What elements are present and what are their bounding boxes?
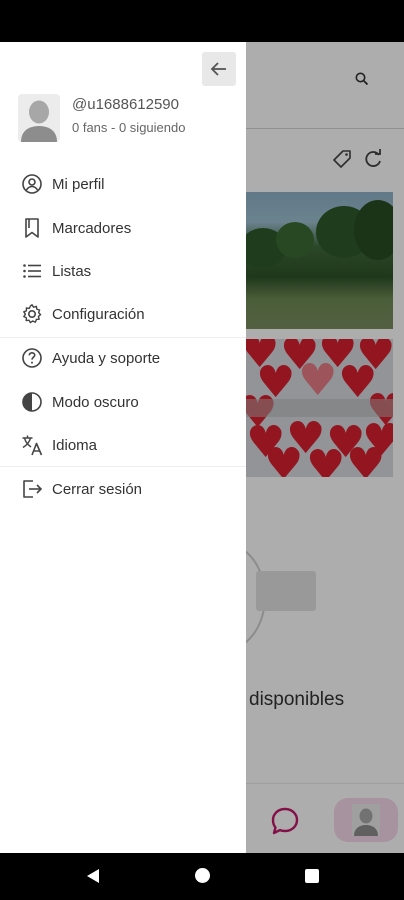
- status-bar: [0, 0, 404, 42]
- menu-item-label: Listas: [52, 262, 92, 280]
- gear-icon: [21, 303, 43, 325]
- nav-back-icon[interactable]: [84, 867, 102, 885]
- menu-item-label: Cerrar sesión: [52, 480, 143, 498]
- menu-item-listas[interactable]: Listas: [0, 251, 246, 291]
- list-icon: [21, 260, 43, 282]
- menu-item-configuracion[interactable]: Configuración: [0, 294, 246, 334]
- menu-item-label: Configuración: [52, 305, 145, 323]
- system-nav-bar: [0, 853, 404, 900]
- menu-item-marcadores[interactable]: Marcadores: [0, 208, 246, 248]
- translate-icon: [21, 434, 43, 456]
- menu-item-label: Modo oscuro: [52, 393, 139, 411]
- menu-item-mi-perfil[interactable]: Mi perfil: [0, 164, 246, 204]
- menu-item-modo-oscuro[interactable]: Modo oscuro: [0, 382, 246, 422]
- menu-item-label: Marcadores: [52, 219, 132, 237]
- profile-header[interactable]: @u1688612590 0 fans - 0 siguiendo: [18, 94, 238, 142]
- menu-item-label: Mi perfil: [52, 175, 105, 193]
- menu-item-cerrar-sesion[interactable]: Cerrar sesión: [0, 469, 246, 509]
- menu-divider: [0, 466, 246, 467]
- help-circle-icon: [21, 347, 43, 369]
- arrow-left-icon: [210, 62, 226, 76]
- menu-item-idioma[interactable]: Idioma: [0, 425, 246, 465]
- menu-item-ayuda[interactable]: Ayuda y soporte: [0, 338, 246, 378]
- close-drawer-button[interactable]: [202, 52, 236, 86]
- nav-recents-icon[interactable]: [305, 869, 319, 883]
- bookmark-icon: [21, 217, 43, 239]
- menu-item-label: Idioma: [52, 436, 98, 454]
- account-circle-icon: [21, 173, 43, 195]
- drawer-scrim[interactable]: [246, 42, 404, 853]
- avatar: [18, 94, 60, 142]
- logout-icon: [21, 478, 43, 500]
- profile-username: @u1688612590: [72, 96, 179, 113]
- navigation-drawer: @u1688612590 0 fans - 0 siguiendo Mi per…: [0, 42, 246, 853]
- nav-home-icon[interactable]: [195, 868, 210, 883]
- profile-stats: 0 fans - 0 siguiendo: [72, 120, 186, 135]
- menu-item-label: Ayuda y soporte: [52, 349, 161, 367]
- contrast-icon: [21, 391, 43, 413]
